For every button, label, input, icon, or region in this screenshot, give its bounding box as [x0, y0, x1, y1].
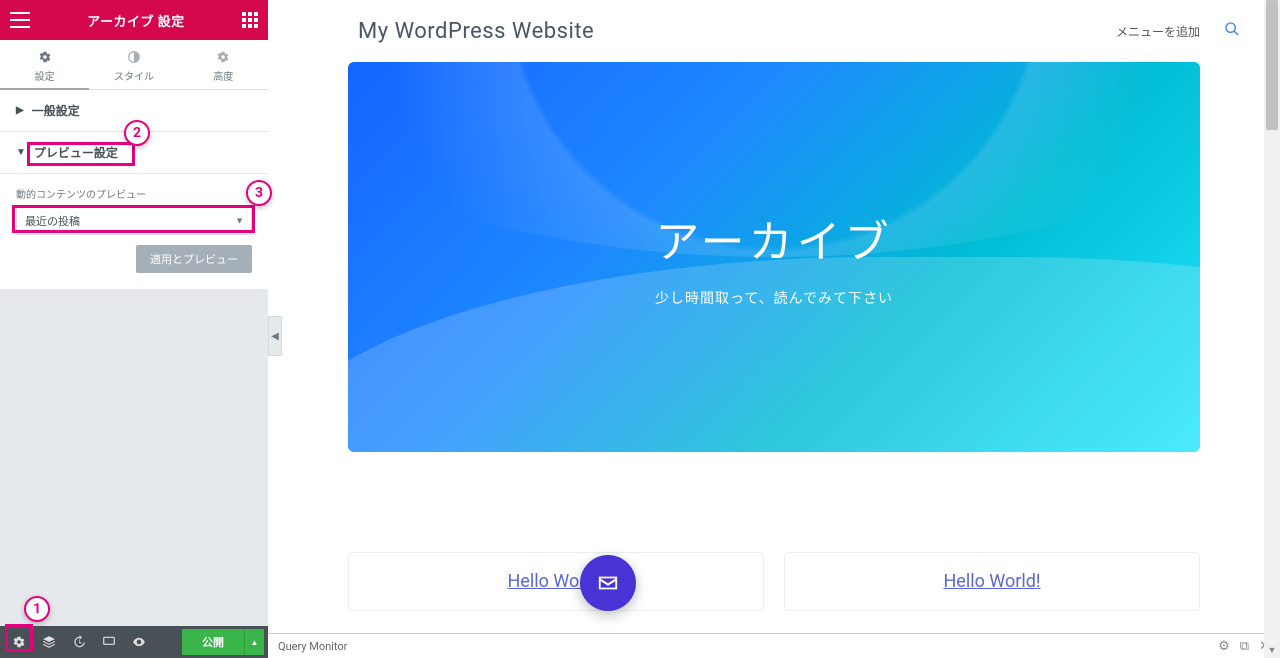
preview-scrollbar[interactable]: ▲ ▼	[1264, 0, 1280, 658]
contact-fab[interactable]	[580, 555, 636, 611]
post-card-title[interactable]: Hello World!	[943, 571, 1040, 592]
history-button[interactable]	[64, 626, 94, 658]
preview-select-wrap: 最近の投稿 ▼	[16, 207, 252, 235]
sidebar-title: アーカイブ 設定	[30, 11, 242, 30]
section-preview: ▼ プレビュー設定 動的コンテンツのプレビュー 最近の投稿 ▼ 適用とプレビュー	[0, 132, 268, 290]
annotation-badge-3: 3	[246, 180, 272, 206]
section-preview-label: プレビュー設定	[34, 144, 118, 161]
editor-sidebar: アーカイブ 設定 設定 スタイル 高度 ▶ 一般設定 ▼ プレビュー設定 動的コ…	[0, 0, 268, 658]
annotation-badge-2: 2	[124, 120, 150, 146]
site-nav: メニューを追加	[1116, 21, 1240, 41]
tab-settings-label: 設定	[35, 72, 55, 83]
preview-canvas[interactable]: My WordPress Website メニューを追加 アーカイブ 少し時間取…	[268, 0, 1280, 633]
hero-title: アーカイブ	[655, 206, 892, 270]
annotation-badge-1: 1	[24, 596, 50, 622]
publish-options-button[interactable]: ▲	[244, 629, 264, 655]
search-icon[interactable]	[1224, 21, 1240, 41]
tab-style[interactable]: スタイル	[89, 40, 178, 89]
section-preview-body: 動的コンテンツのプレビュー 最近の投稿 ▼ 適用とプレビュー	[0, 174, 268, 290]
sidebar-spacer	[0, 290, 268, 626]
gear-icon	[38, 50, 52, 64]
site-title: My WordPress Website	[358, 19, 594, 44]
scroll-thumb[interactable]	[1266, 0, 1278, 130]
hamburger-icon[interactable]	[10, 12, 30, 28]
scroll-down-icon[interactable]: ▼	[1264, 642, 1280, 658]
monitor-icon	[102, 635, 116, 649]
section-general-label: 一般設定	[32, 102, 80, 119]
preview-button[interactable]	[124, 626, 154, 658]
apply-preview-button[interactable]: 適用とプレビュー	[136, 245, 252, 273]
history-icon	[72, 635, 86, 649]
preview-field-label: 動的コンテンツのプレビュー	[16, 186, 252, 201]
tab-style-label: スタイル	[114, 72, 154, 83]
tab-advanced-label: 高度	[213, 72, 233, 83]
tab-settings[interactable]: 設定	[0, 40, 89, 89]
settings-button[interactable]	[4, 626, 34, 658]
sidebar-footer: 公開 ▲	[0, 626, 268, 658]
envelope-icon	[597, 572, 619, 594]
site-header: My WordPress Website メニューを追加	[268, 0, 1280, 62]
caret-up-icon: ▲	[251, 638, 259, 647]
settings-tabs: 設定 スタイル 高度	[0, 40, 268, 90]
publish-button[interactable]: 公開	[182, 629, 244, 655]
layers-icon	[42, 635, 56, 649]
caret-right-icon: ▶	[16, 105, 24, 116]
contrast-icon	[127, 50, 141, 64]
query-monitor-label[interactable]: Query Monitor	[278, 640, 347, 653]
sidebar-header: アーカイブ 設定	[0, 0, 268, 40]
add-menu-link[interactable]: メニューを追加	[1116, 23, 1200, 40]
qm-settings-icon[interactable]: ⚙	[1218, 639, 1230, 654]
gear-icon	[216, 50, 230, 64]
publish-group: 公開 ▲	[182, 629, 264, 655]
responsive-button[interactable]	[94, 626, 124, 658]
qm-popout-icon[interactable]: ⧉	[1240, 639, 1249, 654]
collapse-sidebar-handle[interactable]: ◀	[268, 316, 282, 356]
query-monitor-bar: Query Monitor ⚙ ⧉ ✕	[268, 633, 1280, 658]
preview-select[interactable]: 最近の投稿	[16, 207, 252, 235]
post-cards: Hello World! Hello World!	[348, 552, 1200, 611]
gear-icon	[12, 635, 26, 649]
caret-down-icon: ▼	[16, 147, 26, 158]
navigator-button[interactable]	[34, 626, 64, 658]
post-card[interactable]: Hello World!	[348, 552, 764, 611]
post-card[interactable]: Hello World!	[784, 552, 1200, 611]
preview-pane: My WordPress Website メニューを追加 アーカイブ 少し時間取…	[268, 0, 1280, 658]
archive-hero: アーカイブ 少し時間取って、読んでみて下さい	[348, 62, 1200, 452]
hero-subtitle: 少し時間取って、読んでみて下さい	[655, 288, 893, 308]
tab-advanced[interactable]: 高度	[179, 40, 268, 89]
eye-icon	[132, 635, 146, 649]
widgets-grid-icon[interactable]	[242, 12, 258, 28]
